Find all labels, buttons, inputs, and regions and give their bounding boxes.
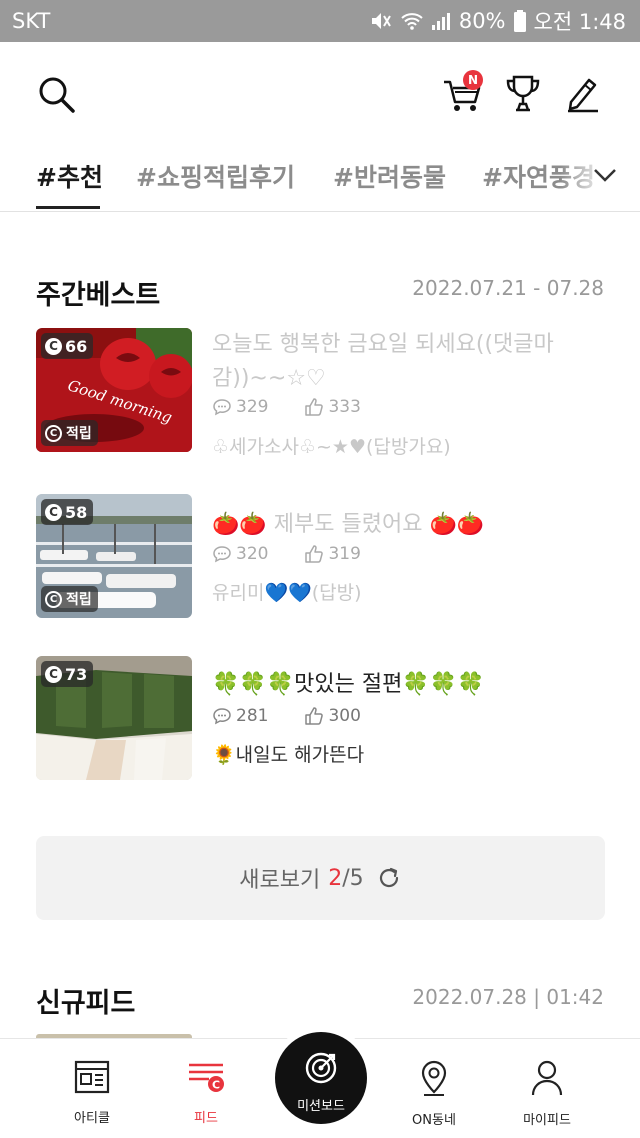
comment-icon bbox=[213, 399, 231, 416]
coin-outline-icon: C bbox=[45, 424, 62, 442]
count-badge: C 66 bbox=[41, 333, 94, 359]
refresh-page-total: /5 bbox=[342, 865, 364, 891]
count-badge: C 73 bbox=[41, 661, 94, 687]
feed-author[interactable]: 🌻내일도 해가뜬다 bbox=[212, 740, 364, 767]
feed-stats: 281 300 bbox=[212, 706, 397, 726]
feed-thumbnail[interactable]: C 73 bbox=[36, 656, 192, 780]
signal-icon bbox=[431, 13, 450, 30]
count-value: 58 bbox=[65, 502, 88, 522]
feed-title[interactable]: 🍅🍅 제부도 들렸어요 🍅🍅 bbox=[212, 508, 606, 542]
feed-stats: 320 319 bbox=[212, 544, 397, 564]
comment-icon bbox=[213, 546, 231, 563]
chevron-down-icon[interactable] bbox=[592, 166, 618, 184]
nav-article-label: 아티클 bbox=[74, 1111, 110, 1126]
coin-icon: C bbox=[45, 337, 62, 355]
active-tab-indicator bbox=[36, 206, 100, 209]
pencil-icon[interactable] bbox=[565, 74, 601, 114]
mission-board-button[interactable]: 미션보드 bbox=[275, 1032, 367, 1124]
saved-label: 적립 bbox=[66, 592, 92, 608]
nav-on-town[interactable]: ON동네 bbox=[384, 1059, 484, 1128]
like-count: 333 bbox=[328, 397, 361, 417]
weekly-best-date: 2022.07.21 - 07.28 bbox=[412, 276, 604, 300]
feed-author[interactable]: ♧세가소사♧~★♥(답방가요) bbox=[212, 432, 451, 459]
feed-thumbnail[interactable]: Good morning C 66 C 적립 bbox=[36, 328, 192, 452]
nav-on-town-label: ON동네 bbox=[412, 1113, 456, 1128]
new-feed-title: 신규피드 bbox=[36, 988, 136, 1019]
like-count: 319 bbox=[328, 544, 361, 564]
wifi-icon bbox=[401, 13, 423, 30]
battery-icon bbox=[513, 10, 526, 32]
mission-board-label: 미션보드 bbox=[297, 1099, 345, 1114]
count-value: 73 bbox=[65, 664, 88, 684]
comment-count: 329 bbox=[236, 397, 269, 417]
count-value: 66 bbox=[65, 336, 88, 356]
feed-item[interactable]: C 73 🍀🍀🍀맛있는 절편🍀🍀🍀 281 300 🌻내일도 해가뜬다 bbox=[36, 656, 606, 782]
top-bar: N bbox=[0, 42, 640, 146]
saved-label: 적립 bbox=[66, 426, 92, 442]
comment-count: 320 bbox=[236, 544, 269, 564]
feed-title[interactable]: 🍀🍀🍀맛있는 절편🍀🍀🍀 bbox=[212, 668, 606, 702]
saved-badge: C 적립 bbox=[41, 420, 98, 446]
refresh-page-current: 2 bbox=[328, 865, 343, 891]
refresh-label: 새로보기 bbox=[239, 868, 321, 893]
like-count: 300 bbox=[328, 706, 361, 726]
status-bar: SKT 80% 오전 1:48 bbox=[0, 0, 640, 42]
svg-text:C: C bbox=[212, 1079, 220, 1092]
tab-recommended[interactable]: #추천 bbox=[36, 158, 103, 194]
feed-title[interactable]: 오늘도 행복한 금요일 되세요((댓글마감))~~☆♡ bbox=[212, 328, 606, 396]
coin-icon: C bbox=[45, 665, 62, 683]
refresh-icon bbox=[379, 867, 398, 888]
feed-item[interactable]: Good morning C 66 C 적립 오늘도 행복한 금요일 되세요((댓글… bbox=[36, 328, 606, 458]
count-badge: C 58 bbox=[41, 499, 94, 525]
weekly-best-title: 주간베스트 bbox=[36, 280, 161, 311]
cart-button[interactable]: N bbox=[442, 70, 486, 114]
nav-feed-label: 피드 bbox=[194, 1111, 218, 1126]
nav-feed[interactable]: C 피드 bbox=[156, 1059, 256, 1126]
new-feed-date: 2022.07.28 | 01:42 bbox=[412, 985, 604, 1009]
category-tabs: #추천 #쇼핑적립후기 #반려동물 #자연풍경 bbox=[0, 146, 640, 212]
article-icon bbox=[74, 1060, 110, 1094]
trophy-icon[interactable] bbox=[505, 74, 541, 114]
like-icon bbox=[305, 707, 324, 725]
comment-icon bbox=[213, 708, 231, 725]
target-icon bbox=[305, 1052, 337, 1084]
nav-my-feed-label: 마이피드 bbox=[523, 1113, 571, 1128]
feed-thumbnail[interactable]: C 58 C 적립 bbox=[36, 494, 192, 618]
nav-article[interactable]: 아티클 bbox=[42, 1059, 142, 1126]
cart-new-badge: N bbox=[463, 70, 483, 90]
feed-author[interactable]: 유리미💙💙(답방) bbox=[212, 578, 362, 605]
mute-icon bbox=[371, 13, 391, 29]
tab-shopping-review[interactable]: #쇼핑적립후기 bbox=[136, 158, 295, 194]
coin-icon: C bbox=[45, 503, 62, 521]
feed-stats: 329 333 bbox=[212, 397, 397, 417]
battery-percent: 80% bbox=[458, 9, 506, 33]
feed-item[interactable]: C 58 C 적립 🍅🍅 제부도 들렸어요 🍅🍅 320 319 유리미💙💙(답방) bbox=[36, 494, 606, 620]
search-icon[interactable] bbox=[38, 76, 76, 114]
comment-count: 281 bbox=[236, 706, 269, 726]
coin-outline-icon: C bbox=[45, 590, 62, 608]
feed-icon: C bbox=[189, 1063, 224, 1092]
like-icon bbox=[305, 398, 324, 416]
clock: 오전 1:48 bbox=[533, 10, 626, 34]
saved-badge: C 적립 bbox=[41, 586, 98, 612]
like-icon bbox=[305, 545, 324, 563]
nav-my-feed[interactable]: 마이피드 bbox=[497, 1059, 597, 1128]
refresh-button[interactable]: 새로보기 2 /5 bbox=[36, 836, 605, 920]
profile-icon bbox=[531, 1060, 563, 1096]
location-pin-icon bbox=[421, 1060, 447, 1096]
carrier-label: SKT bbox=[12, 9, 51, 33]
tab-pets[interactable]: #반려동물 bbox=[333, 158, 446, 194]
